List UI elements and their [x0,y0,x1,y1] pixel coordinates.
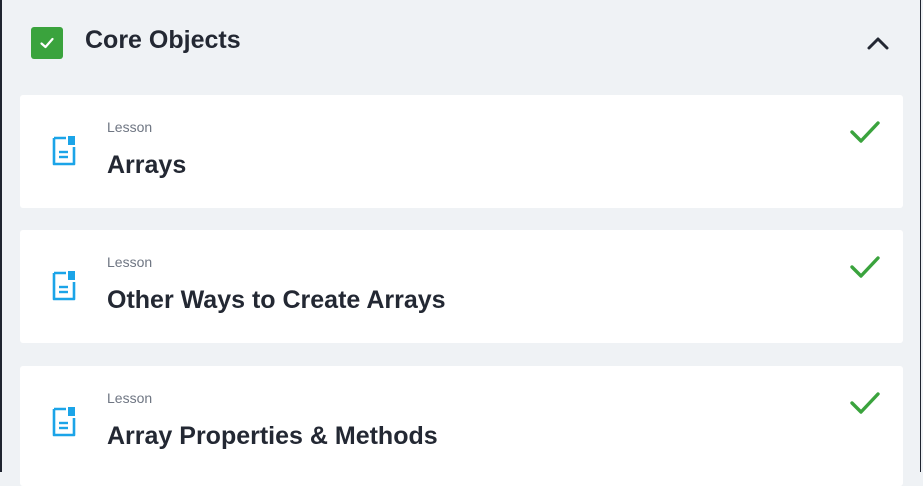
document-icon [52,136,76,166]
lesson-type-label: Lesson [107,390,153,406]
section-title: Core Objects [85,26,241,54]
checkmark-icon [850,121,880,143]
checkmark-icon [850,392,880,414]
lesson-title: Other Ways to Create Arrays [107,286,446,314]
lesson-title: Array Properties & Methods [107,422,438,450]
checkmark-icon [850,256,880,278]
lesson-title: Arrays [107,151,187,179]
lesson-card[interactable]: Lesson Arrays [20,95,903,208]
lesson-card[interactable]: Lesson Array Properties & Methods [20,366,903,486]
course-section-panel: Core Objects Lesson Arrays Lesson Other … [0,0,921,486]
document-icon [52,271,76,301]
lesson-type-label: Lesson [107,119,153,135]
section-complete-checkbox [31,27,63,59]
chevron-up-icon [867,37,889,50]
collapse-section-button[interactable] [859,26,897,60]
check-icon [40,37,54,49]
document-icon [52,407,76,437]
section-header[interactable]: Core Objects [2,0,920,86]
lesson-card[interactable]: Lesson Other Ways to Create Arrays [20,230,903,343]
lesson-type-label: Lesson [107,254,153,270]
